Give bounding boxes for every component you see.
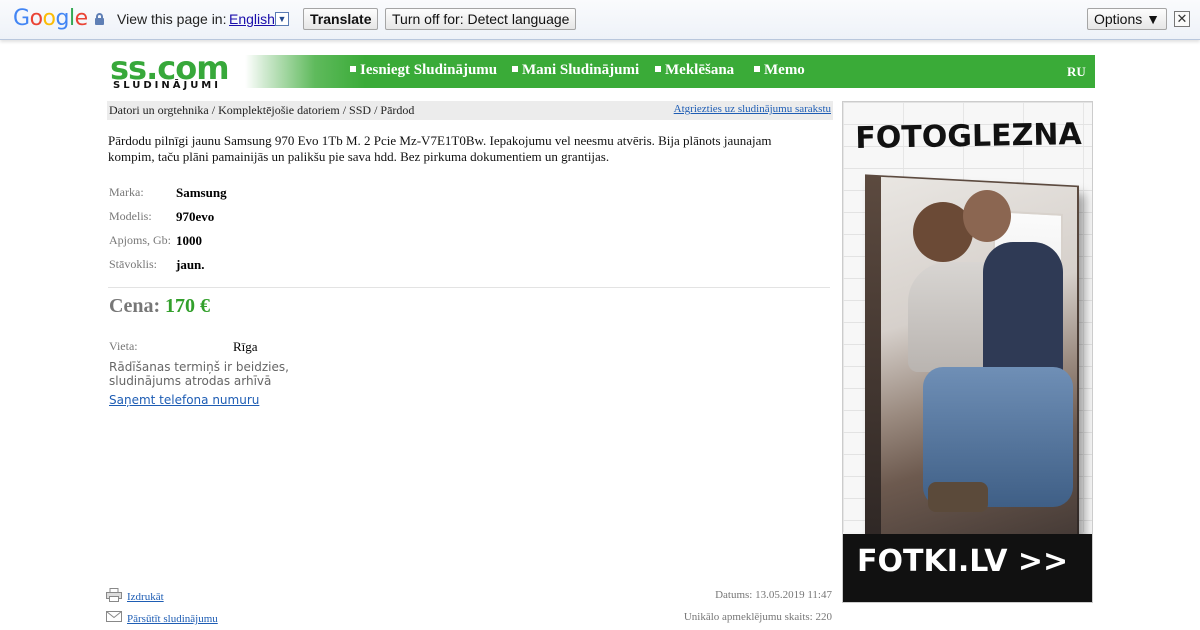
lang-switch-ru[interactable]: RU xyxy=(1067,64,1086,80)
price-label: Cena: xyxy=(109,295,161,317)
listing-description: Pārdodu pilnīgi jaunu Samsung 970 Evo 1T… xyxy=(108,133,772,164)
nav-my-ads[interactable]: Mani Sludinājumi xyxy=(512,62,639,79)
main-nav: Iesniegt Sludinājumu Mani Sludinājumi Me… xyxy=(245,55,1095,88)
breadcrumb: Datori un orgtehnika / Komplektējošie da… xyxy=(107,101,833,120)
property-label-brand: Marka: xyxy=(109,185,144,199)
property-label-model: Modelis: xyxy=(109,209,152,223)
lock-icon xyxy=(95,13,104,25)
bullet-icon xyxy=(754,66,760,72)
ad-photo-figure xyxy=(983,242,1063,382)
ad-title: FOTOGLEZNA xyxy=(855,117,1082,156)
listing-date: Datums: 13.05.2019 11:47 xyxy=(715,589,832,601)
google-logo: Google xyxy=(13,6,88,31)
divider xyxy=(108,287,830,288)
close-icon[interactable]: ✕ xyxy=(1174,11,1190,27)
property-label-capacity: Apjoms, Gb: xyxy=(109,233,172,247)
turn-off-button[interactable]: Turn off for: Detect language xyxy=(385,8,577,30)
bullet-icon xyxy=(655,66,661,72)
bullet-icon xyxy=(350,66,356,72)
property-value-condition: jaun. xyxy=(176,257,205,272)
logo-subtitle: SLUDINĀJUMI xyxy=(113,80,221,91)
nav-memo[interactable]: Memo xyxy=(754,62,805,79)
ad-brand-bar: FOTKI.LV >> xyxy=(843,534,1092,602)
ad-brand: FOTKI.LV >> xyxy=(857,544,1069,579)
forward-ad-link[interactable]: Pārsūtīt sludinājumu xyxy=(127,613,218,625)
breadcrumb-path[interactable]: Datori un orgtehnika / Komplektējošie da… xyxy=(109,103,414,118)
nav-submit-ad[interactable]: Iesniegt Sludinājumu xyxy=(350,62,497,79)
translate-button[interactable]: Translate xyxy=(303,8,379,30)
property-value-model: 970evo xyxy=(176,209,215,224)
unique-views-count: Unikālo apmeklējumu skaits: 220 xyxy=(683,611,832,623)
location-value: Rīga xyxy=(233,339,258,354)
language-select[interactable]: English xyxy=(229,11,275,27)
envelope-icon[interactable] xyxy=(106,610,122,624)
property-value-brand: Samsung xyxy=(176,185,227,200)
bullet-icon xyxy=(512,66,518,72)
dropdown-arrow-icon[interactable]: ▼ xyxy=(275,12,289,26)
view-page-label: View this page in: xyxy=(117,11,227,27)
property-label-condition: Stāvoklis: xyxy=(109,257,158,271)
back-to-list-link[interactable]: Atgriezties uz sludinājumu sarakstu xyxy=(674,103,831,115)
ad-banner[interactable]: FOTOGLEZNA FOTKI.LV >> xyxy=(842,101,1093,603)
location-label: Vieta: xyxy=(109,339,138,353)
expired-notice: Rādīšanas termiņš ir beidzies, sludināju… xyxy=(109,360,289,388)
printer-icon[interactable] xyxy=(106,588,122,602)
translate-bar: Google View this page in: English ▼ Tran… xyxy=(0,0,1200,40)
ad-photo-figure xyxy=(928,482,988,512)
site-logo[interactable]: ss.com SLUDINĀJUMI xyxy=(110,50,240,92)
get-phone-link[interactable]: Saņemt telefona numuru xyxy=(109,393,259,407)
property-value-capacity: 1000 xyxy=(176,233,202,248)
print-link[interactable]: Izdrukāt xyxy=(127,591,164,603)
nav-search[interactable]: Meklēšana xyxy=(655,62,734,79)
ad-photo-figure xyxy=(963,190,1011,242)
options-button[interactable]: Options ▼ xyxy=(1087,8,1167,30)
price-value: 170 € xyxy=(165,295,210,317)
